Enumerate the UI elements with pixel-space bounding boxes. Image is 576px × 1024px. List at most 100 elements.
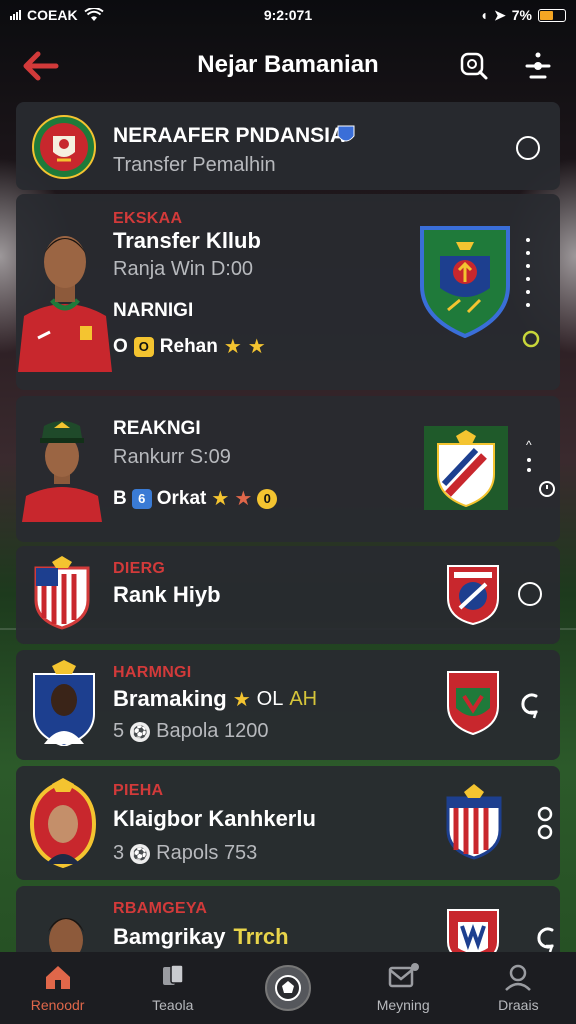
more-options-icon[interactable] bbox=[534, 806, 556, 842]
player-name: REAKNGI bbox=[113, 418, 201, 439]
stat-text: Rehan bbox=[159, 335, 218, 357]
location-icon: ➤ bbox=[494, 6, 506, 23]
nav-label: Meyning bbox=[376, 997, 430, 1013]
star-icon: ★ bbox=[232, 688, 251, 711]
player-name: Transfer Kllub bbox=[113, 228, 261, 253]
player-info: Bapola 1200 bbox=[156, 720, 269, 742]
club-crest-icon bbox=[447, 671, 499, 736]
alarm-icon: ◖ bbox=[479, 7, 489, 23]
clock-icon[interactable] bbox=[538, 480, 556, 498]
signal-icon bbox=[10, 10, 21, 20]
refresh-icon[interactable] bbox=[532, 922, 560, 956]
player-avatar bbox=[18, 236, 112, 372]
wifi-icon bbox=[83, 8, 104, 21]
player-card[interactable]: DIERG Rank Hiyb bbox=[16, 546, 560, 644]
ball-icon: ⚽ bbox=[130, 843, 151, 864]
shield-icon bbox=[337, 125, 355, 142]
club-crest-icon bbox=[32, 115, 96, 179]
select-radio[interactable] bbox=[518, 582, 542, 606]
player-extra: Trrch bbox=[233, 924, 289, 949]
player-tag: PIEHA bbox=[113, 782, 164, 799]
star-icon: ★ bbox=[223, 336, 242, 358]
home-icon bbox=[45, 966, 70, 989]
player-name: Rank Hiyb bbox=[113, 582, 221, 607]
player-headline: Bramaking ★ OL AH bbox=[113, 686, 317, 712]
stat-prefix: O bbox=[113, 335, 128, 357]
coin-icon: 6 bbox=[131, 488, 152, 509]
search-button[interactable] bbox=[456, 48, 492, 84]
battery-percent: 7% bbox=[511, 7, 532, 23]
status-time: 9:2:071 bbox=[263, 7, 313, 23]
player-name: Bamgrikay bbox=[113, 924, 226, 949]
player-card[interactable]: REAKNGI Rankurr S:09 B 6 Orkat ★ ★ 0 ^ bbox=[16, 396, 560, 542]
refresh-icon[interactable] bbox=[516, 688, 544, 722]
inbox-icon bbox=[388, 963, 420, 988]
ball-icon: ⚽ bbox=[130, 721, 151, 742]
player-info: Rankurr S:09 bbox=[113, 446, 231, 468]
more-options-button[interactable] bbox=[526, 238, 530, 307]
player-tag: HARMNGI bbox=[113, 664, 192, 681]
star-icon: ★ bbox=[211, 488, 230, 510]
club-crest-icon bbox=[424, 426, 508, 510]
player-tag: Ekskaa bbox=[113, 210, 183, 227]
club-crest-icon bbox=[34, 556, 90, 630]
back-button[interactable] bbox=[18, 48, 62, 84]
card-subtitle: Transfer Pemalhin bbox=[113, 154, 276, 176]
player-meta: 3 ⚽ Rapols 753 bbox=[113, 842, 257, 865]
battery-icon bbox=[538, 8, 566, 22]
nav-label: Draais bbox=[498, 997, 539, 1013]
coin-icon: 0 bbox=[257, 488, 278, 509]
nav-item-profile[interactable]: Draais bbox=[468, 963, 568, 1013]
club-crest-icon bbox=[446, 784, 502, 860]
player-avatar bbox=[22, 421, 102, 522]
player-extra: OL bbox=[256, 687, 284, 710]
cards-icon bbox=[162, 964, 184, 985]
player-tag: DIERG bbox=[113, 560, 166, 577]
nav-item-center[interactable] bbox=[238, 965, 338, 1011]
search-icon bbox=[460, 52, 488, 80]
star-icon: ★ bbox=[247, 336, 266, 358]
player-tag: RBAMGEYA bbox=[113, 900, 208, 917]
transfer-summary-card[interactable]: NERAAFER PNDANSIA Transfer Pemalhin bbox=[16, 102, 560, 190]
player-card[interactable]: PIEHA Klaigbor Kanhkerlu 3 ⚽ Rapols 753 bbox=[16, 766, 560, 880]
nav-item-messages[interactable]: Meyning bbox=[353, 963, 453, 1013]
stat-text: Orkat bbox=[156, 487, 207, 509]
player-count: 3 bbox=[113, 842, 125, 864]
club-crest-icon bbox=[420, 226, 510, 338]
nav-item-home[interactable]: Renoodr bbox=[8, 963, 108, 1013]
player-tag-secondary: NARNIGI bbox=[113, 300, 194, 321]
player-stats: O O Rehan ★ ★ bbox=[113, 334, 266, 359]
chat-icon[interactable] bbox=[522, 330, 540, 348]
club-crest-icon bbox=[447, 565, 499, 626]
player-name: Bramaking bbox=[113, 686, 227, 711]
player-info: Ranja Win D:00 bbox=[113, 258, 254, 280]
more-options-button[interactable]: ^ bbox=[526, 438, 532, 472]
player-count: 5 bbox=[113, 720, 125, 742]
filter-icon bbox=[525, 52, 551, 79]
arrow-left-icon bbox=[23, 51, 59, 81]
player-info: Rapols 753 bbox=[156, 842, 258, 864]
filter-button[interactable] bbox=[520, 48, 556, 84]
carrier-label: COEAK bbox=[27, 7, 78, 23]
status-bar: COEAK 9:2:071 ◖ ➤ 7% bbox=[0, 0, 576, 30]
bottom-nav: Renoodr Teaola Meyning Draais bbox=[0, 952, 576, 1024]
player-card[interactable]: HARMNGI Bramaking ★ OL AH 5 ⚽ Bapola 120… bbox=[16, 650, 560, 760]
player-avatar bbox=[33, 660, 95, 746]
nav-label: Teaola bbox=[152, 997, 194, 1013]
player-avatar bbox=[30, 778, 96, 868]
select-radio[interactable] bbox=[516, 136, 540, 160]
player-name: Klaigbor Kanhkerlu bbox=[113, 806, 316, 831]
ball-icon bbox=[274, 975, 301, 1001]
nav-label: Renoodr bbox=[30, 997, 85, 1013]
coin-icon: O bbox=[133, 336, 154, 357]
star-icon: ★ bbox=[234, 488, 253, 510]
player-card[interactable]: Ekskaa Transfer Kllub Ranja Win D:00 NAR… bbox=[16, 194, 560, 390]
chevron-up-icon: ^ bbox=[526, 438, 532, 452]
app-header: Nejar Bamanian bbox=[0, 36, 576, 94]
player-headline: Bamgrikay Trrch bbox=[113, 924, 289, 950]
profile-icon bbox=[505, 964, 532, 991]
nav-item-teams[interactable]: Teaola bbox=[123, 963, 223, 1013]
ball-button[interactable] bbox=[264, 965, 311, 1011]
card-title: NERAAFER PNDANSIA bbox=[113, 124, 346, 147]
stat-prefix: B bbox=[113, 487, 127, 509]
